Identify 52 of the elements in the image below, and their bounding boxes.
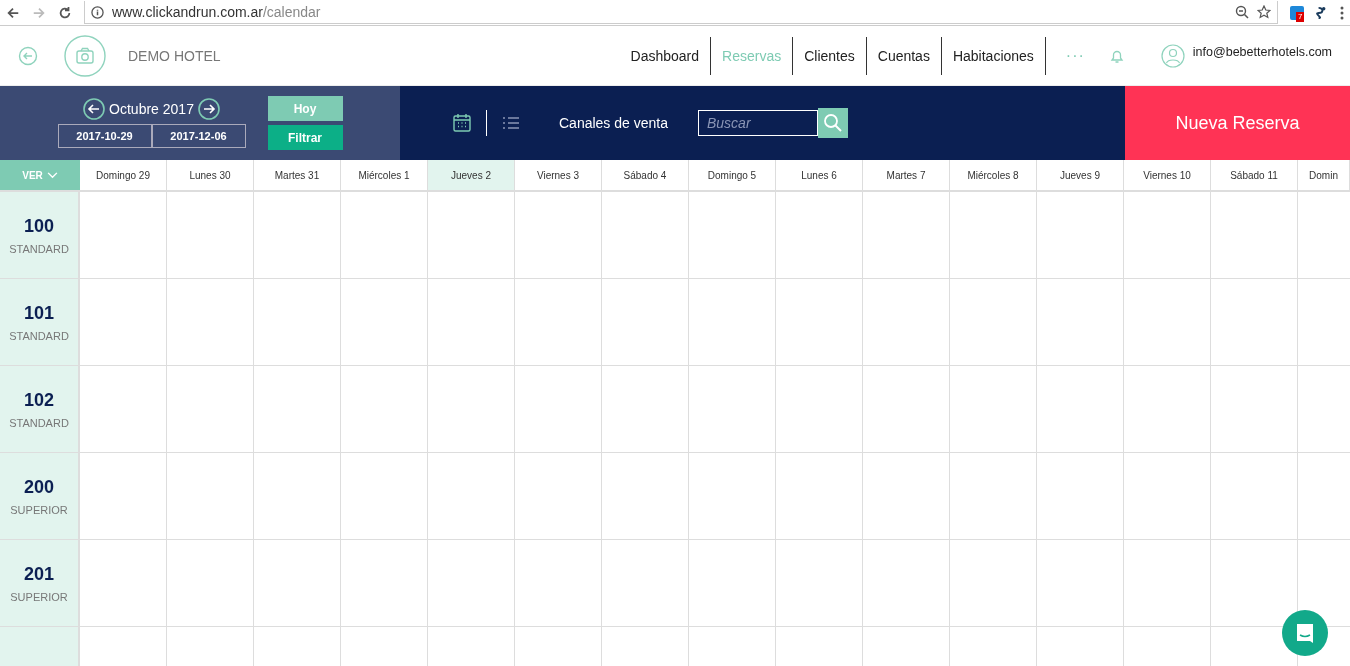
reload-icon[interactable] [58,5,72,20]
zoom-out-icon[interactable] [1235,5,1249,19]
sales-channels-link[interactable]: Canales de venta [559,115,668,131]
room-type: STANDARD [9,416,69,429]
day-header: Domingo 29 [80,160,167,192]
day-header: Sábado 11 [1211,160,1298,192]
end-date-field[interactable]: 2017-12-06 [151,124,246,148]
room-number: 102 [23,389,54,411]
user-email[interactable]: info@bebetterhotels.com [1192,44,1332,59]
hotel-name: DEMO HOTEL [128,47,221,64]
calendar-icon[interactable] [452,113,472,133]
back-arrow-icon[interactable] [6,5,20,20]
url-text: www.clickandrun.com.ar/calendar [112,4,321,20]
nav-link[interactable]: Dashboard [619,36,712,75]
day-header: Jueves 2 [428,160,515,192]
day-header: Martes 31 [254,160,341,192]
start-date-field[interactable]: 2017-10-29 [57,124,152,148]
day-header: Domin [1298,160,1350,192]
room-number: 201 [23,563,54,585]
day-header: Lunes 6 [776,160,863,192]
day-header: Miércoles 8 [950,160,1037,192]
room-type: STANDARD [9,242,69,255]
notification-badge: 7 [1296,11,1305,22]
day-header: Sábado 4 [602,160,689,192]
room-type: SUPERIOR [10,503,68,516]
chat-button[interactable] [1282,610,1328,656]
day-header: Viernes 10 [1124,160,1211,192]
room-number: 100 [23,215,54,237]
day-header: Domingo 5 [689,160,776,192]
room-number: 200 [23,476,54,498]
day-header: Martes 7 [863,160,950,192]
nav-link[interactable]: Cuentas [866,36,942,75]
nav-link[interactable]: Clientes [793,36,867,75]
info-icon [91,5,104,19]
new-reservation-button[interactable]: Nueva Reserva [1125,86,1350,160]
day-header: Viernes 3 [515,160,602,192]
room-type: STANDARD [9,329,69,342]
extension-icon[interactable]: 7 [1290,5,1304,20]
extension-icon[interactable] [1316,4,1328,21]
camera-icon [64,34,106,77]
day-header: Lunes 30 [167,160,254,192]
room-type: SUPERIOR [10,590,68,603]
month-label: Octubre 2017 [109,101,194,117]
chevron-down-icon [46,171,58,179]
day-header: Jueves 9 [1037,160,1124,192]
star-icon[interactable] [1257,5,1271,19]
room-number: 101 [23,302,54,324]
search-field[interactable]: Buscar [697,110,818,136]
search-icon [822,113,843,133]
nav-link[interactable]: Habitaciones [941,36,1046,75]
address-bar[interactable]: www.clickandrun.com.ar/calendar [84,1,1278,24]
menu-icon[interactable] [1340,5,1344,20]
